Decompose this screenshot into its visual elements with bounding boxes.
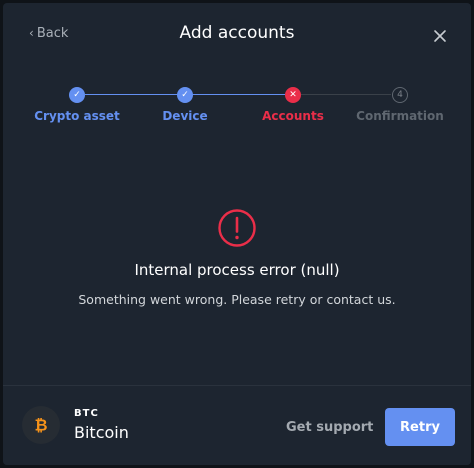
check-icon: ✓ bbox=[177, 87, 193, 103]
modal-footer: ₿ BTC Bitcoin Get support Retry bbox=[3, 386, 471, 465]
error-message: Something went wrong. Please retry or co… bbox=[78, 292, 396, 307]
coin-name: Bitcoin bbox=[74, 423, 129, 442]
svg-text:₿: ₿ bbox=[34, 416, 47, 435]
coin-ticker: BTC bbox=[74, 408, 99, 419]
get-support-button[interactable]: Get support bbox=[286, 420, 373, 435]
check-icon: ✓ bbox=[69, 87, 85, 103]
add-accounts-modal: ‹ Back Add accounts ✓ Crypto asset ✓ Devi… bbox=[3, 3, 471, 465]
close-button[interactable] bbox=[429, 25, 451, 47]
step-accounts: ✕ Accounts bbox=[233, 83, 353, 123]
bitcoin-icon: ₿ bbox=[22, 406, 60, 444]
step-label: Confirmation bbox=[356, 109, 444, 123]
error-panel: Internal process error (null) Something … bbox=[3, 208, 471, 307]
error-title: Internal process error (null) bbox=[134, 261, 340, 279]
progress-stepper: ✓ Crypto asset ✓ Device ✕ Accounts 4 Con… bbox=[3, 83, 471, 123]
exclamation-circle-icon bbox=[217, 208, 257, 248]
modal-title: Add accounts bbox=[179, 23, 295, 43]
step-label: Device bbox=[162, 109, 208, 123]
step-confirmation: 4 Confirmation bbox=[340, 83, 460, 123]
error-x-icon: ✕ bbox=[285, 87, 301, 103]
step-label: Accounts bbox=[262, 109, 324, 123]
step-device: ✓ Device bbox=[125, 83, 245, 123]
step-label: Crypto asset bbox=[34, 109, 120, 123]
step-crypto-asset: ✓ Crypto asset bbox=[17, 83, 137, 123]
step-number-icon: 4 bbox=[392, 87, 408, 103]
close-icon bbox=[434, 30, 446, 42]
retry-button[interactable]: Retry bbox=[385, 408, 455, 446]
app-window: ‹ Back Add accounts ✓ Crypto asset ✓ Devi… bbox=[0, 0, 474, 468]
